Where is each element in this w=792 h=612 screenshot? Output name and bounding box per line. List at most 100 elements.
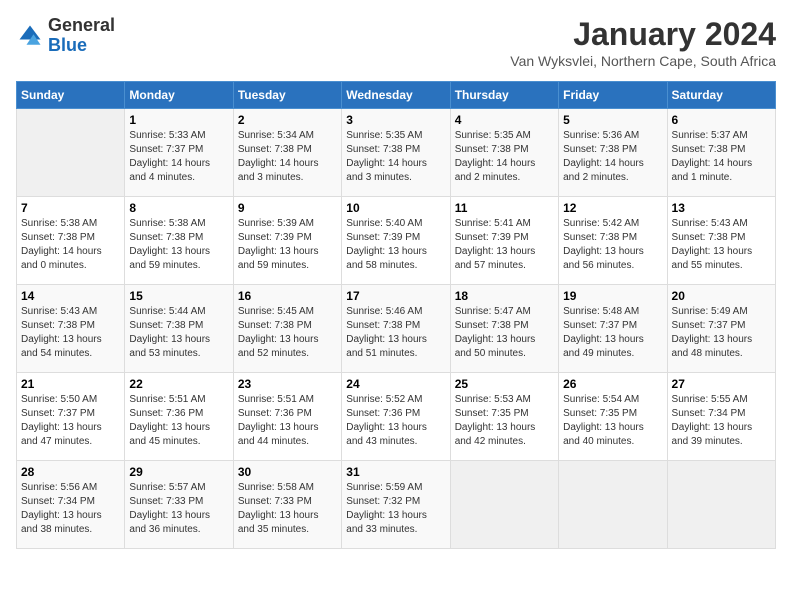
day-info: Sunrise: 5:58 AMSunset: 7:33 PMDaylight:… <box>238 481 337 537</box>
day-info: Sunrise: 5:35 AMSunset: 7:38 PMDaylight:… <box>455 129 554 185</box>
calendar-cell: 18 Sunrise: 5:47 AMSunset: 7:38 PMDayligh… <box>450 285 558 373</box>
calendar-cell: 12 Sunrise: 5:42 AMSunset: 7:38 PMDayligh… <box>559 197 667 285</box>
weekday-header-wednesday: Wednesday <box>342 82 450 109</box>
week-row-1: 1Sunrise: 5:33 AMSunset: 7:37 PMDaylight… <box>17 109 776 197</box>
day-info: Sunrise: 5:50 AMSunset: 7:37 PMDaylight:… <box>21 393 120 449</box>
day-number: 28 <box>21 465 120 479</box>
day-number: 13 <box>672 201 771 215</box>
day-number: 26 <box>563 377 662 391</box>
weekday-header-saturday: Saturday <box>667 82 775 109</box>
calendar-cell: 5Sunrise: 5:36 AMSunset: 7:38 PMDaylight… <box>559 109 667 197</box>
weekday-header-monday: Monday <box>125 82 233 109</box>
logo-icon <box>16 22 44 50</box>
calendar-cell: 16Sunrise: 5:45 AMSunset: 7:38 PMDayligh… <box>233 285 341 373</box>
calendar-cell: 11 Sunrise: 5:41 AMSunset: 7:39 PMDayligh… <box>450 197 558 285</box>
calendar-cell: 21 Sunrise: 5:50 AMSunset: 7:37 PMDayligh… <box>17 373 125 461</box>
day-number: 24 <box>346 377 445 391</box>
calendar-cell: 31 Sunrise: 5:59 AMSunset: 7:32 PMDayligh… <box>342 461 450 549</box>
day-number: 9 <box>238 201 337 215</box>
day-info: Sunrise: 5:42 AMSunset: 7:38 PMDaylight:… <box>563 217 662 273</box>
day-number: 6 <box>672 113 771 127</box>
calendar-cell: 23Sunrise: 5:51 AMSunset: 7:36 PMDayligh… <box>233 373 341 461</box>
calendar-cell: 4 Sunrise: 5:35 AMSunset: 7:38 PMDaylight… <box>450 109 558 197</box>
calendar-cell: 28 Sunrise: 5:56 AMSunset: 7:34 PMDayligh… <box>17 461 125 549</box>
calendar-cell: 20 Sunrise: 5:49 AMSunset: 7:37 PMDayligh… <box>667 285 775 373</box>
calendar-cell: 25 Sunrise: 5:53 AMSunset: 7:35 PMDayligh… <box>450 373 558 461</box>
day-info: Sunrise: 5:53 AMSunset: 7:35 PMDaylight:… <box>455 393 554 449</box>
week-row-2: 7 Sunrise: 5:38 AMSunset: 7:38 PMDaylight… <box>17 197 776 285</box>
day-number: 25 <box>455 377 554 391</box>
day-info: Sunrise: 5:43 AMSunset: 7:38 PMDaylight:… <box>672 217 771 273</box>
day-number: 17 <box>346 289 445 303</box>
weekday-header-sunday: Sunday <box>17 82 125 109</box>
day-number: 7 <box>21 201 120 215</box>
calendar-cell: 7 Sunrise: 5:38 AMSunset: 7:38 PMDaylight… <box>17 197 125 285</box>
calendar-cell: 8Sunrise: 5:38 AMSunset: 7:38 PMDaylight… <box>125 197 233 285</box>
day-number: 15 <box>129 289 228 303</box>
day-number: 3 <box>346 113 445 127</box>
day-number: 20 <box>672 289 771 303</box>
calendar-cell <box>667 461 775 549</box>
day-number: 23 <box>238 377 337 391</box>
title-block: January 2024 Van Wyksvlei, Northern Cape… <box>510 16 776 69</box>
calendar-cell: 10Sunrise: 5:40 AMSunset: 7:39 PMDayligh… <box>342 197 450 285</box>
day-info: Sunrise: 5:41 AMSunset: 7:39 PMDaylight:… <box>455 217 554 273</box>
day-number: 18 <box>455 289 554 303</box>
calendar-cell: 24 Sunrise: 5:52 AMSunset: 7:36 PMDayligh… <box>342 373 450 461</box>
calendar-cell <box>17 109 125 197</box>
day-info: Sunrise: 5:55 AMSunset: 7:34 PMDaylight:… <box>672 393 771 449</box>
calendar-cell: 17 Sunrise: 5:46 AMSunset: 7:38 PMDayligh… <box>342 285 450 373</box>
day-info: Sunrise: 5:54 AMSunset: 7:35 PMDaylight:… <box>563 393 662 449</box>
day-number: 22 <box>129 377 228 391</box>
calendar-cell: 2 Sunrise: 5:34 AMSunset: 7:38 PMDaylight… <box>233 109 341 197</box>
weekday-header-row: SundayMondayTuesdayWednesdayThursdayFrid… <box>17 82 776 109</box>
day-info: Sunrise: 5:33 AMSunset: 7:37 PMDaylight:… <box>129 129 228 185</box>
day-number: 4 <box>455 113 554 127</box>
day-info: Sunrise: 5:47 AMSunset: 7:38 PMDaylight:… <box>455 305 554 361</box>
calendar-cell: 26 Sunrise: 5:54 AMSunset: 7:35 PMDayligh… <box>559 373 667 461</box>
calendar-cell: 30 Sunrise: 5:58 AMSunset: 7:33 PMDayligh… <box>233 461 341 549</box>
day-info: Sunrise: 5:44 AMSunset: 7:38 PMDaylight:… <box>129 305 228 361</box>
day-info: Sunrise: 5:46 AMSunset: 7:38 PMDaylight:… <box>346 305 445 361</box>
calendar-table: SundayMondayTuesdayWednesdayThursdayFrid… <box>16 81 776 549</box>
day-info: Sunrise: 5:56 AMSunset: 7:34 PMDaylight:… <box>21 481 120 537</box>
calendar-cell: 27Sunrise: 5:55 AMSunset: 7:34 PMDayligh… <box>667 373 775 461</box>
calendar-cell: 29Sunrise: 5:57 AMSunset: 7:33 PMDayligh… <box>125 461 233 549</box>
calendar-cell: 9Sunrise: 5:39 AMSunset: 7:39 PMDaylight… <box>233 197 341 285</box>
weekday-header-tuesday: Tuesday <box>233 82 341 109</box>
calendar-cell: 6 Sunrise: 5:37 AMSunset: 7:38 PMDaylight… <box>667 109 775 197</box>
day-info: Sunrise: 5:45 AMSunset: 7:38 PMDaylight:… <box>238 305 337 361</box>
calendar-cell: 15 Sunrise: 5:44 AMSunset: 7:38 PMDayligh… <box>125 285 233 373</box>
day-info: Sunrise: 5:49 AMSunset: 7:37 PMDaylight:… <box>672 305 771 361</box>
day-info: Sunrise: 5:35 AMSunset: 7:38 PMDaylight:… <box>346 129 445 185</box>
day-number: 14 <box>21 289 120 303</box>
day-number: 19 <box>563 289 662 303</box>
page-header: General Blue January 2024 Van Wyksvlei, … <box>16 16 776 69</box>
calendar-cell: 3 Sunrise: 5:35 AMSunset: 7:38 PMDaylight… <box>342 109 450 197</box>
day-number: 31 <box>346 465 445 479</box>
location-title: Van Wyksvlei, Northern Cape, South Afric… <box>510 53 776 69</box>
logo: General Blue <box>16 16 115 56</box>
week-row-3: 14Sunrise: 5:43 AMSunset: 7:38 PMDayligh… <box>17 285 776 373</box>
day-number: 21 <box>21 377 120 391</box>
day-info: Sunrise: 5:34 AMSunset: 7:38 PMDaylight:… <box>238 129 337 185</box>
day-number: 11 <box>455 201 554 215</box>
calendar-cell: 14Sunrise: 5:43 AMSunset: 7:38 PMDayligh… <box>17 285 125 373</box>
day-number: 29 <box>129 465 228 479</box>
day-number: 8 <box>129 201 228 215</box>
day-info: Sunrise: 5:36 AMSunset: 7:38 PMDaylight:… <box>563 129 662 185</box>
day-info: Sunrise: 5:52 AMSunset: 7:36 PMDaylight:… <box>346 393 445 449</box>
day-number: 30 <box>238 465 337 479</box>
day-number: 12 <box>563 201 662 215</box>
weekday-header-thursday: Thursday <box>450 82 558 109</box>
logo-text: General Blue <box>48 16 115 56</box>
calendar-cell: 19Sunrise: 5:48 AMSunset: 7:37 PMDayligh… <box>559 285 667 373</box>
day-info: Sunrise: 5:37 AMSunset: 7:38 PMDaylight:… <box>672 129 771 185</box>
day-info: Sunrise: 5:51 AMSunset: 7:36 PMDaylight:… <box>129 393 228 449</box>
calendar-cell: 22 Sunrise: 5:51 AMSunset: 7:36 PMDayligh… <box>125 373 233 461</box>
day-number: 2 <box>238 113 337 127</box>
day-number: 10 <box>346 201 445 215</box>
calendar-cell <box>450 461 558 549</box>
day-info: Sunrise: 5:38 AMSunset: 7:38 PMDaylight:… <box>21 217 120 273</box>
day-info: Sunrise: 5:59 AMSunset: 7:32 PMDaylight:… <box>346 481 445 537</box>
